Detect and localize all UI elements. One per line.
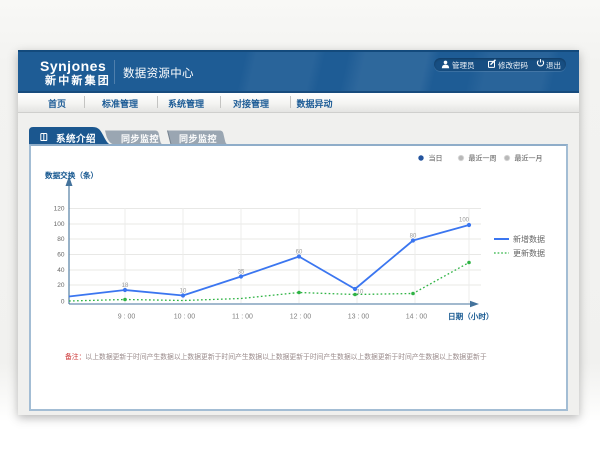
svg-text:当日: 当日: [429, 153, 443, 162]
svg-text:最近一周: 最近一周: [469, 153, 497, 162]
svg-text:0: 0: [61, 298, 65, 305]
svg-text:新增数据: 新增数据: [513, 234, 545, 244]
svg-text:13 : 00: 13 : 00: [348, 313, 370, 320]
svg-text:100: 100: [459, 217, 470, 223]
svg-text:11 : 00: 11 : 00: [232, 313, 253, 320]
svg-text:18: 18: [122, 283, 129, 289]
svg-text:10: 10: [357, 289, 364, 295]
svg-text:最近一月: 最近一月: [515, 153, 543, 162]
svg-text:100: 100: [54, 221, 65, 228]
svg-text:14 : 00: 14 : 00: [406, 313, 428, 320]
svg-text:80: 80: [410, 233, 417, 239]
svg-text:9 : 00: 9 : 00: [118, 313, 136, 320]
svg-text:更新数据: 更新数据: [513, 248, 545, 258]
svg-text:40: 40: [57, 267, 65, 274]
svg-text:20: 20: [57, 282, 65, 289]
svg-text:80: 80: [57, 236, 65, 243]
svg-text:60: 60: [57, 251, 65, 258]
svg-text:120: 120: [54, 205, 65, 212]
svg-text:10: 10: [180, 288, 187, 294]
svg-text:12 : 00: 12 : 00: [290, 313, 312, 320]
svg-text:60: 60: [296, 249, 303, 255]
svg-text:10 : 00: 10 : 00: [174, 313, 196, 320]
svg-text:35: 35: [238, 269, 245, 275]
